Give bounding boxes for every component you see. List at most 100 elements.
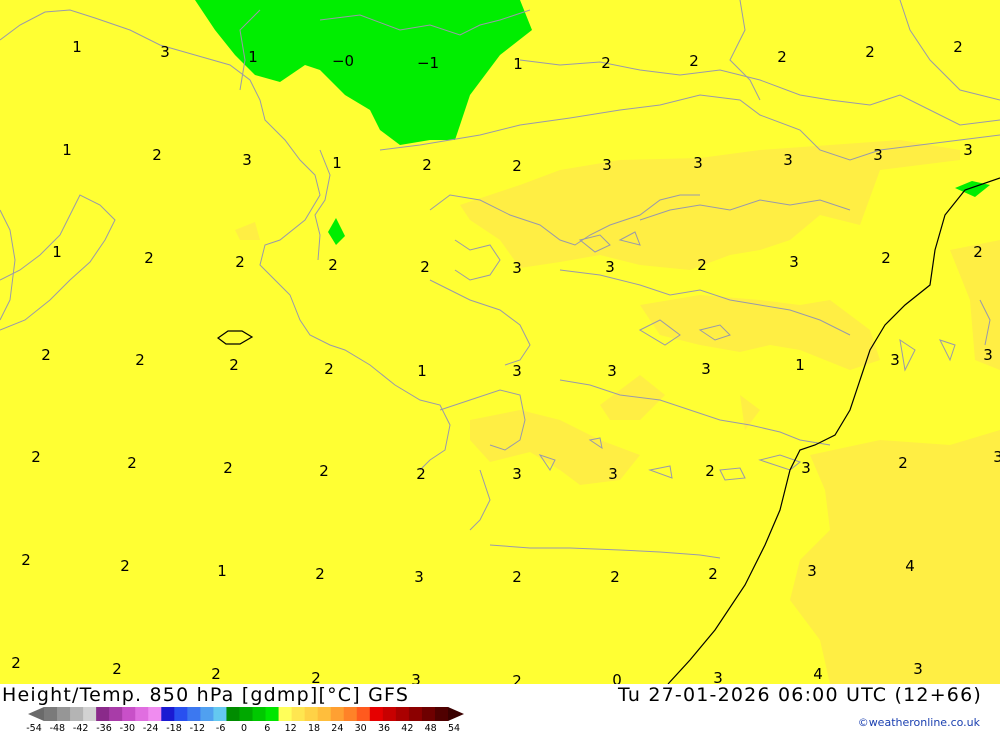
legend-tick-label: -24 [142,723,159,734]
contour-label: −0 [332,52,354,70]
legend-swatch [291,707,306,721]
contour-label: 2 [319,462,329,480]
contour-label: 2 [697,256,707,274]
contour-label: 1 [332,154,342,172]
contour-label: 3 [801,459,811,477]
contour-label: −1 [417,54,439,72]
legend-tick-label: 18 [307,723,321,734]
legend-arrow-left [28,707,44,721]
legend-swatch [317,707,332,721]
contour-label: 2 [229,356,239,374]
legend-swatch [356,707,371,721]
contour-label: 2 [41,346,51,364]
legend-swatch [382,707,397,721]
contour-label: 1 [795,356,805,374]
valid-time: Tu 27-01-2026 06:00 UTC (12+66) [617,684,982,706]
contour-label: 2 [328,256,338,274]
contour-label: 2 [11,654,21,672]
contour-label: 2 [324,360,334,378]
legend-tick-label: -18 [166,723,182,734]
legend-swatch [395,707,410,721]
contour-label: 3 [713,669,723,684]
contour-label: 3 [783,151,793,169]
legend-swatch [369,707,384,721]
contour-label: 2 [953,38,963,56]
contour-label: 1 [72,38,82,56]
legend-tick-labels: -54 -48 -42 -36 -30 -24 -18 -12 -6 0 6 12 18 24 30 36 42… [26,723,474,735]
contour-label: 3 [963,141,973,159]
contour-label: 3 [605,258,615,276]
contour-label: 3 [602,156,612,174]
contour-label: 2 [610,568,620,586]
legend-swatch [408,707,423,721]
credit-link[interactable]: ©weatheronline.co.uk [858,716,980,729]
contour-label: 3 [608,465,618,483]
weather-map: 1 3 1 −0 −1 1 2 2 2 2 2 1 2 3 1 2 2 3 3 3 3 3 1 2 2 2 2 3 3 2 3 2 2 2 2 2 2 1… [0,0,1000,684]
contour-label: 2 [416,465,426,483]
legend-swatch [174,707,188,721]
contour-label: 3 [873,146,883,164]
contour-label: 3 [160,43,170,61]
legend-swatch [226,707,240,721]
contour-label: 3 [789,253,799,271]
contour-label: 3 [512,259,522,277]
contour-label: 2 [235,253,245,271]
contour-label: 2 [211,665,221,683]
contour-label: 2 [112,660,122,678]
legend-swatch [434,707,449,721]
contour-label: 3 [913,660,923,678]
contour-label: 4 [905,557,915,575]
legend-swatch [70,707,84,721]
legend-tick-label: 24 [331,723,344,734]
contour-label: 2 [127,454,137,472]
legend-tick-label: 6 [264,723,271,734]
legend-tick-label: 36 [377,723,391,734]
contour-label: 2 [422,156,432,174]
contour-label: 0 [612,671,622,684]
legend-swatch [304,707,319,721]
contour-label: 2 [144,249,154,267]
legend-swatch [44,707,58,721]
legend-swatch [148,707,162,721]
legend-swatch [421,707,436,721]
legend-swatch [239,707,254,721]
legend-swatch [265,707,280,721]
legend-tick-label: -6 [215,723,226,734]
legend-tick-label: -30 [119,723,136,734]
legend-swatch [343,707,358,721]
contour-label: 2 [135,351,145,369]
contour-label: 3 [993,448,1000,466]
contour-label: 1 [62,141,72,159]
contour-label: 2 [31,448,41,466]
legend-swatch [109,707,123,721]
legend-swatch [200,707,214,721]
map-title: Height/Temp. 850 hPa [gdmp][°C] GFS [2,684,410,706]
contour-label: 3 [242,151,252,169]
legend-swatch [187,707,201,721]
legend-swatch [161,707,175,721]
contour-label: 2 [705,462,715,480]
contour-label: 3 [701,360,711,378]
contour-label: 4 [813,665,823,683]
legend-swatch [57,707,71,721]
contour-label: 2 [512,672,522,684]
legend-tick-label: 48 [424,723,437,734]
legend-tick-label: 0 [240,723,248,734]
contour-label: 2 [311,669,321,684]
contour-label: 2 [420,258,430,276]
contour-label: 2 [601,54,611,72]
contour-label: 2 [21,551,31,569]
contour-label: 1 [52,243,62,261]
contour-label: 1 [248,48,258,66]
contour-label: 2 [315,565,325,583]
contour-label: 2 [777,48,787,66]
contour-label: 2 [973,243,983,261]
contour-label: 3 [414,568,424,586]
contour-label: 2 [865,43,875,61]
legend-swatch [330,707,345,721]
contour-label: 1 [217,562,227,580]
legend-tick-label: 30 [354,723,367,734]
contour-label: 2 [512,568,522,586]
contour-label: 3 [411,671,421,684]
legend-swatch [278,707,293,721]
